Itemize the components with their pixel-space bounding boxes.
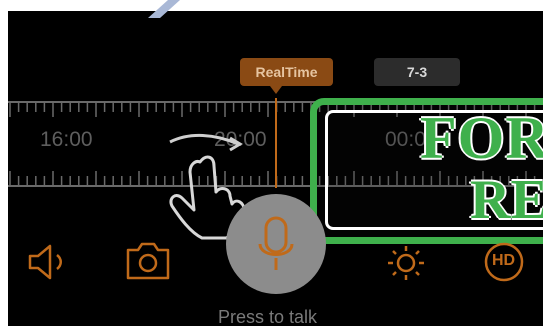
left-margin bbox=[0, 0, 8, 326]
realtime-badge[interactable]: RealTime bbox=[240, 58, 333, 86]
timeline-playhead[interactable] bbox=[275, 98, 277, 188]
watermark-text-line1: FOR bbox=[420, 105, 543, 171]
realtime-pointer bbox=[270, 86, 282, 94]
speaker-icon[interactable] bbox=[26, 242, 70, 282]
camera-icon[interactable] bbox=[124, 240, 172, 282]
timeline-label-1600: 16:00 bbox=[40, 128, 93, 151]
stray-stroke bbox=[148, 0, 180, 18]
hd-label: HD bbox=[492, 252, 516, 269]
microphone-icon bbox=[258, 216, 294, 270]
top-margin bbox=[0, 0, 543, 11]
brightness-icon[interactable] bbox=[384, 244, 428, 282]
watermark-text-line2: RE bbox=[470, 169, 543, 231]
press-to-talk-label: Press to talk bbox=[218, 307, 318, 326]
app-screen: RealTime 7-3 16:00 20:00 00:0 FOR RE Pre… bbox=[0, 0, 543, 326]
hd-button[interactable]: HD bbox=[482, 242, 526, 282]
date-badge[interactable]: 7-3 bbox=[374, 58, 460, 86]
